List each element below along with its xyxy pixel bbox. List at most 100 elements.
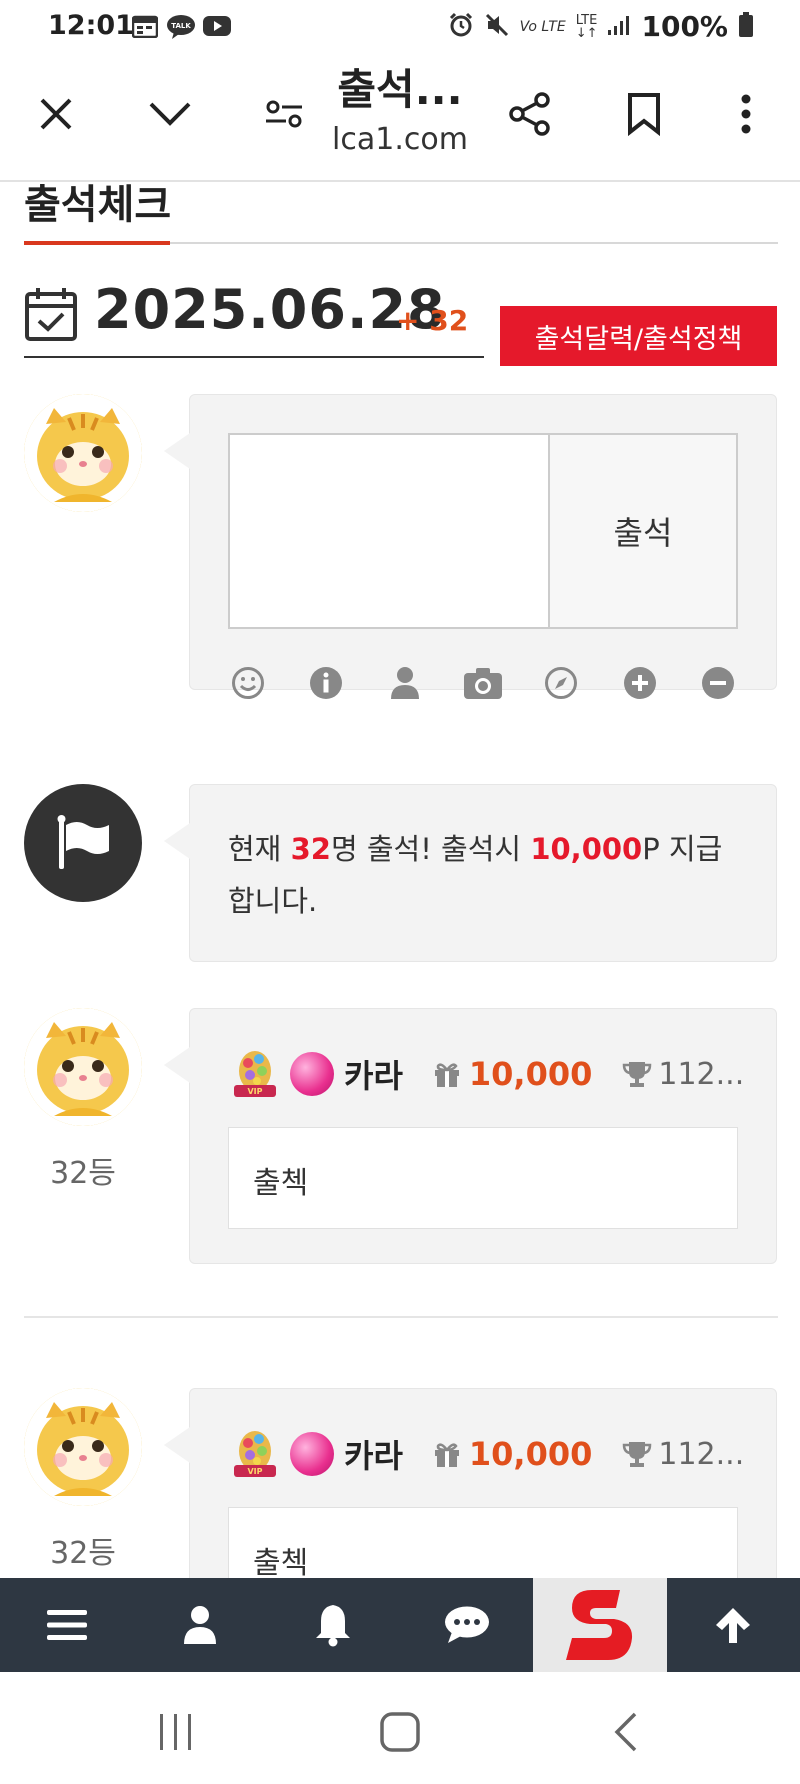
bookmark-icon (628, 93, 660, 136)
entry-username[interactable]: 카라 (344, 1051, 403, 1097)
entry-trophy-count: 112... (658, 1436, 745, 1472)
notice-prefix: 현재 (228, 832, 291, 866)
member-rank-icon (290, 1432, 334, 1476)
youtube-notification-icon (202, 14, 232, 42)
battery-percent: 100% (641, 10, 728, 43)
minus-circle-icon (701, 667, 734, 699)
entry-username[interactable]: 카라 (344, 1431, 403, 1477)
compass-button[interactable] (541, 663, 581, 703)
svg-text:VIP: VIP (247, 1467, 262, 1476)
s-logo-icon (565, 1590, 633, 1660)
page-title: 출석... (337, 65, 463, 114)
attendance-policy-button[interactable]: 출석달력/출석정책 (500, 306, 777, 366)
hamburger-menu-icon (46, 1610, 87, 1640)
entry-message: 출첵 (228, 1127, 738, 1229)
comment-tool-row (228, 663, 738, 703)
expand-button[interactable] (620, 663, 660, 703)
notice-avatar (24, 784, 142, 902)
notice-text: 현재 32명 출석! 출석시 10,000P 지급 합니다. (228, 823, 748, 927)
notice-count: 32 (290, 832, 331, 866)
lte-icon: LTE ↓↑ (575, 12, 598, 41)
chat-bubble-icon (444, 1606, 489, 1643)
flag-icon (57, 815, 109, 869)
attendance-notice: 현재 32명 출석! 출석시 10,000P 지급 합니다. (164, 784, 777, 962)
bookmark-button[interactable] (616, 86, 672, 142)
menu-button[interactable] (0, 1578, 133, 1672)
trophy-icon (623, 1442, 652, 1467)
camera-icon (463, 668, 502, 699)
attendance-entry: VIP 카라 10,000 112... 출첵 (164, 1388, 777, 1578)
browser-toolbar: 출석... lca1.com (0, 56, 800, 182)
profile-button[interactable] (133, 1578, 266, 1672)
entry-trophy-count: 112... (658, 1056, 745, 1092)
calendar-check-icon (25, 288, 77, 341)
trophy-icon (623, 1062, 652, 1087)
status-time: 12:01 (48, 10, 134, 41)
entry-rank: 32등 (50, 1156, 116, 1191)
more-vertical-icon (741, 94, 751, 134)
notifications-button[interactable] (267, 1578, 400, 1672)
user-icon (390, 667, 419, 699)
attendance-date: 2025.06.28 (94, 278, 446, 341)
page-title-area[interactable]: 출석... lca1.com (300, 56, 500, 157)
emoticon-button[interactable] (228, 663, 268, 703)
date-row: 2025.06.28 + 32 (24, 278, 484, 358)
back-icon (614, 1712, 637, 1752)
settings-sliders-icon (266, 100, 302, 128)
more-menu-button[interactable] (718, 86, 774, 142)
camera-button[interactable] (463, 663, 503, 703)
entry-divider (24, 1316, 778, 1318)
user-button[interactable] (385, 663, 425, 703)
attendance-entry: VIP 카라 10,000 112... 출첵 (164, 1008, 777, 1264)
tiger-avatar-icon (24, 1008, 142, 1126)
status-indicators: Vo LTE LTE ↓↑ 100% (448, 10, 754, 43)
recent-apps-button[interactable] (146, 1708, 206, 1756)
battery-icon (738, 11, 754, 42)
tiger-avatar-icon (24, 394, 142, 512)
close-button[interactable] (28, 86, 84, 142)
back-button[interactable] (596, 1708, 656, 1756)
recent-apps-icon (160, 1714, 191, 1750)
arrow-up-icon (716, 1608, 751, 1643)
site-logo-button[interactable] (533, 1578, 667, 1672)
comment-form: 출석 (164, 394, 777, 699)
info-icon (310, 667, 343, 699)
share-icon (509, 92, 550, 136)
notice-mid: 명 출석! 출석시 (330, 832, 531, 866)
attend-submit-button[interactable]: 출석 (548, 433, 738, 629)
page-content: 출석체크 2025.06.28 + 32 출석달력/출석정책 출석 현재 32명… (0, 182, 800, 1578)
entry-rank: 32등 (50, 1536, 116, 1571)
volte-icon: Vo LTE (519, 18, 566, 35)
share-button[interactable] (502, 86, 558, 142)
app-bottom-nav (0, 1578, 800, 1672)
entry-user-row: VIP 카라 10,000 112... (228, 1429, 748, 1479)
level-badge-icon: VIP (234, 1431, 276, 1477)
notice-points: 10,000 (530, 832, 643, 866)
alarm-icon (448, 12, 474, 42)
attendance-count: + 32 (396, 304, 469, 337)
svg-text:VIP: VIP (247, 1087, 262, 1096)
gift-icon (434, 1443, 459, 1467)
chat-button[interactable] (400, 1578, 533, 1672)
plus-circle-icon (623, 667, 656, 699)
level-badge-icon: VIP (234, 1051, 276, 1097)
signal-icon (607, 14, 631, 40)
entry-points: 10,000 (468, 1055, 593, 1093)
smile-icon (232, 667, 264, 699)
entry-user-row: VIP 카라 10,000 112... (228, 1049, 748, 1099)
shrink-button[interactable] (698, 663, 738, 703)
tab-active-indicator (24, 241, 170, 245)
scroll-top-button[interactable] (667, 1578, 800, 1672)
tab-attendance[interactable]: 출석체크 (24, 182, 171, 230)
info-button[interactable] (306, 663, 346, 703)
entry-avatar[interactable] (24, 1008, 142, 1126)
talk-notification-icon: TALK (166, 14, 196, 44)
collapse-button[interactable] (142, 86, 198, 142)
svg-text:TALK: TALK (171, 22, 191, 30)
mute-icon (484, 12, 510, 42)
entry-avatar[interactable] (24, 1388, 142, 1506)
home-button[interactable] (370, 1708, 430, 1756)
status-bar: 12:01 TALK Vo LTE LTE ↓↑ 100% (0, 0, 800, 56)
comment-textarea[interactable] (228, 433, 550, 629)
chevron-down-icon (149, 102, 191, 126)
